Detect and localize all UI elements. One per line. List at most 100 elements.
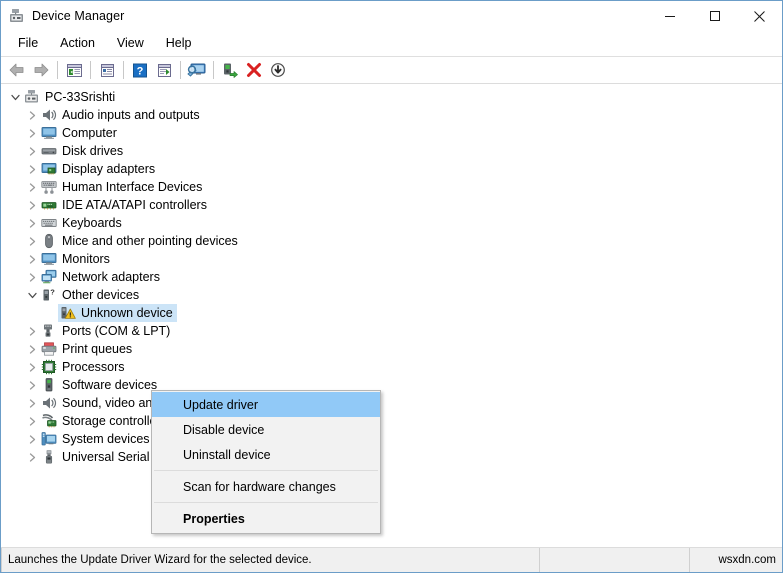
chevron-right-icon[interactable]: [24, 268, 41, 286]
tree-label: Monitors: [62, 252, 110, 266]
menu-file[interactable]: File: [7, 33, 49, 54]
disk-drive-icon: [41, 143, 57, 159]
tree-row-system-devices[interactable]: System devices: [1, 430, 782, 448]
chevron-right-icon[interactable]: [24, 106, 41, 124]
uninstall-device-icon[interactable]: [242, 59, 266, 81]
tree-label: Human Interface Devices: [62, 180, 203, 194]
chevron-right-icon[interactable]: [24, 178, 41, 196]
device-context-menu[interactable]: Update driver Disable device Uninstall d…: [151, 390, 381, 534]
context-menu-item-scan-for-hardware-changes[interactable]: Scan for hardware changes: [152, 474, 380, 499]
chevron-right-icon[interactable]: [24, 430, 41, 448]
menu-view[interactable]: View: [106, 33, 155, 54]
svg-text:?: ?: [50, 287, 55, 296]
storage-controller-icon: [41, 413, 57, 429]
chevron-right-icon[interactable]: [24, 358, 41, 376]
chevron-right-icon[interactable]: [24, 160, 41, 178]
forward-arrow-icon[interactable]: [29, 59, 53, 81]
close-button[interactable]: [737, 1, 782, 31]
tree-label: Computer: [62, 126, 117, 140]
tree-row-sound-video-and-game-controllers[interactable]: Sound, video and game controllers: [1, 394, 782, 412]
tree-row-display-adapters[interactable]: Display adapters: [1, 160, 782, 178]
context-menu-item-properties[interactable]: Properties: [152, 506, 380, 531]
tree-label: Unknown device: [81, 306, 173, 320]
chevron-right-icon[interactable]: [24, 214, 41, 232]
chevron-right-icon[interactable]: [24, 394, 41, 412]
tree-row-processors[interactable]: Processors: [1, 358, 782, 376]
context-menu-item-uninstall-device[interactable]: Uninstall device: [152, 442, 380, 467]
tree-row-network-adapters[interactable]: Network adapters: [1, 268, 782, 286]
show-hide-console-tree-icon[interactable]: [62, 59, 86, 81]
tree-label: Other devices: [62, 288, 140, 302]
computer-root-icon: [24, 89, 40, 105]
tree-row-unknown-device[interactable]: Unknown device: [1, 304, 782, 322]
chevron-right-icon[interactable]: [24, 124, 41, 142]
context-menu-item-disable-device[interactable]: Disable device: [152, 417, 380, 442]
context-menu-separator: [154, 470, 378, 471]
monitor-icon: [41, 251, 57, 267]
scan-hardware-changes-icon[interactable]: [152, 59, 176, 81]
minimize-button[interactable]: [647, 1, 692, 31]
context-menu-item-update-driver[interactable]: Update driver: [152, 392, 380, 417]
tree-row-computer[interactable]: Computer: [1, 124, 782, 142]
tree-row-human-interface-devices[interactable]: Human Interface Devices: [1, 178, 782, 196]
tree-label: Disk drives: [62, 144, 124, 158]
speaker-icon: [41, 107, 57, 123]
menu-help[interactable]: Help: [155, 33, 203, 54]
tree-row-storage-controllers[interactable]: Storage controllers: [1, 412, 782, 430]
tree-row-root[interactable]: PC-33Srishti: [1, 88, 782, 106]
device-tree[interactable]: PC-33Srishti Audio inputs and outputs Co…: [1, 84, 782, 547]
tree-row-ide-ata-atapi-controllers[interactable]: IDE ATA/ATAPI controllers: [1, 196, 782, 214]
chevron-right-icon[interactable]: [24, 448, 41, 466]
caption-buttons: [647, 1, 782, 31]
status-message: Launches the Update Driver Wizard for th…: [1, 548, 540, 572]
back-arrow-icon[interactable]: [5, 59, 29, 81]
monitor-icon: [41, 125, 57, 141]
software-device-icon: [41, 377, 57, 393]
chevron-down-icon[interactable]: [7, 88, 24, 106]
help-icon[interactable]: ?: [128, 59, 152, 81]
tree-label: Network adapters: [62, 270, 160, 284]
speaker-icon: [41, 395, 57, 411]
chevron-right-icon[interactable]: [24, 340, 41, 358]
tree-label: System devices: [62, 432, 150, 446]
mouse-icon: [41, 233, 57, 249]
tree-label-root: PC-33Srishti: [45, 90, 116, 104]
chevron-right-icon[interactable]: [24, 412, 41, 430]
tree-row-universal-serial-bus-controllers[interactable]: Universal Serial Bus controllers: [1, 448, 782, 466]
tree-label: IDE ATA/ATAPI controllers: [62, 198, 207, 212]
hid-icon: [41, 179, 57, 195]
tree-row-keyboards[interactable]: Keyboards: [1, 214, 782, 232]
tree-label: Processors: [62, 360, 125, 374]
chevron-down-icon[interactable]: [24, 286, 41, 304]
chevron-right-icon[interactable]: [24, 376, 41, 394]
watermark: wsxdn.com: [718, 554, 776, 566]
update-driver-icon[interactable]: [185, 59, 209, 81]
tree-row-audio-inputs-and-outputs[interactable]: Audio inputs and outputs: [1, 106, 782, 124]
chevron-right-icon[interactable]: [24, 322, 41, 340]
device-manager-icon: [9, 8, 25, 24]
disable-device-icon[interactable]: [266, 59, 290, 81]
menu-bar: File Action View Help: [1, 31, 782, 57]
tree-row-print-queues[interactable]: Print queues: [1, 340, 782, 358]
chevron-right-icon[interactable]: [24, 196, 41, 214]
tree-row-disk-drives[interactable]: Disk drives: [1, 142, 782, 160]
tree-label: Software devices: [62, 378, 158, 392]
tree-row-mice-and-other-pointing-devices[interactable]: Mice and other pointing devices: [1, 232, 782, 250]
enable-device-icon[interactable]: [218, 59, 242, 81]
title-bar: Device Manager: [1, 1, 782, 31]
properties-icon[interactable]: [95, 59, 119, 81]
toolbar-separator: [213, 61, 214, 79]
chevron-right-icon[interactable]: [24, 232, 41, 250]
tree-label: Keyboards: [62, 216, 122, 230]
tree-row-software-devices[interactable]: Software devices: [1, 376, 782, 394]
chevron-right-icon[interactable]: [24, 142, 41, 160]
unknown-device-warning-icon: [60, 305, 76, 321]
toolbar-separator: [57, 61, 58, 79]
tree-row-other-devices[interactable]: ? Other devices: [1, 286, 782, 304]
chevron-right-icon[interactable]: [24, 250, 41, 268]
menu-action[interactable]: Action: [49, 33, 106, 54]
maximize-button[interactable]: [692, 1, 737, 31]
tree-row-monitors[interactable]: Monitors: [1, 250, 782, 268]
system-device-icon: [41, 431, 57, 447]
tree-row-ports[interactable]: Ports (COM & LPT): [1, 322, 782, 340]
